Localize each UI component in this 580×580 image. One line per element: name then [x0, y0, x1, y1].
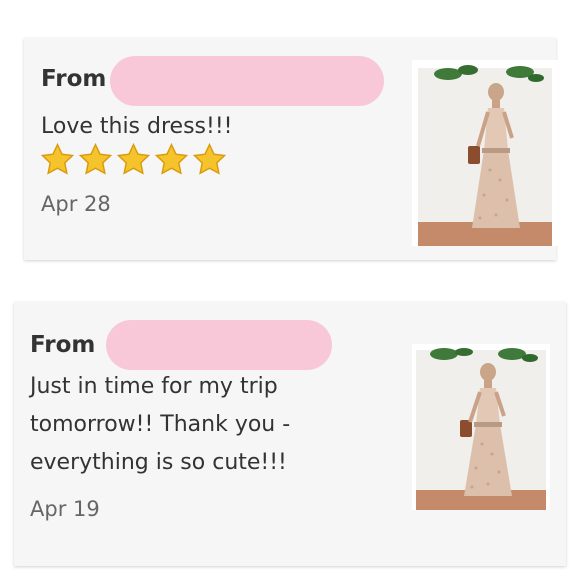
star-icon — [192, 142, 227, 175]
review-message-line: everything is so cute!!! — [30, 450, 287, 475]
review-card: From Just in time for my trip tomorrow!!… — [14, 302, 566, 566]
from-label: From — [41, 66, 107, 92]
star-rating — [40, 142, 227, 177]
product-photo[interactable] — [412, 344, 550, 510]
redacted-username — [106, 320, 332, 370]
review-message-line: Just in time for my trip — [30, 374, 278, 399]
star-icon — [78, 142, 113, 175]
star-icon — [40, 142, 75, 175]
dress-image — [412, 60, 558, 246]
review-message: Love this dress!!! — [41, 114, 233, 139]
review-date: Apr 28 — [41, 192, 111, 216]
dress-image — [412, 344, 550, 510]
redacted-username — [110, 56, 384, 106]
star-icon — [154, 142, 189, 175]
from-label: From — [30, 332, 96, 358]
review-card: From Love this dress!!! Apr 28 — [24, 38, 558, 260]
product-photo[interactable] — [412, 60, 558, 246]
review-date: Apr 19 — [30, 497, 100, 521]
review-message-line: tomorrow!! Thank you - — [30, 412, 291, 437]
star-icon — [116, 142, 151, 175]
